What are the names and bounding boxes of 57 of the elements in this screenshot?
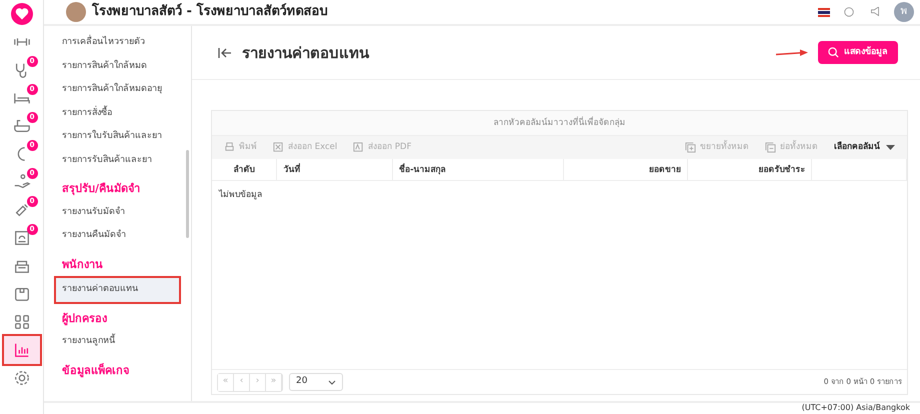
group-panel: ลากหัวคอลัมน์มาวางที่นี่เพื่อจัดกลุ่ม bbox=[212, 111, 907, 136]
expand-button[interactable]: ขยายทั้งหมด bbox=[685, 141, 749, 154]
collapse-arrow-icon[interactable] bbox=[218, 46, 232, 58]
caret-icon bbox=[886, 145, 895, 150]
profile-photo bbox=[66, 2, 86, 22]
rail-bar-chart-button[interactable] bbox=[4, 336, 40, 364]
scrollbar[interactable] bbox=[186, 150, 189, 238]
print-icon bbox=[224, 142, 235, 153]
megaphone-icon[interactable] bbox=[868, 7, 882, 17]
section-heading: ข้อมูลแพ็คเกจ bbox=[61, 362, 130, 380]
sidebar-item[interactable]: รายการสินค้าใกล้หมดอายุ bbox=[56, 78, 179, 102]
search-icon bbox=[828, 47, 839, 58]
column-header[interactable]: วันที่ bbox=[277, 159, 394, 180]
excel-icon bbox=[273, 142, 284, 153]
sidebar-item[interactable]: รายการสั่งซื้อ bbox=[56, 102, 179, 125]
print-button[interactable]: พิมพ์ bbox=[224, 141, 257, 154]
column-header[interactable]: ชื่อ-นามสกุล bbox=[393, 159, 564, 180]
section-heading: สรุปรับ/คืนมัดจำ bbox=[61, 181, 142, 198]
hand-icon bbox=[12, 173, 30, 191]
sidebar-item[interactable]: รายงานลูกหนี้ bbox=[56, 330, 179, 354]
page-size-select[interactable]: 20 bbox=[289, 373, 343, 391]
column-chooser-button[interactable]: เลือกคอลัมน์ bbox=[834, 141, 895, 154]
box-icon bbox=[12, 285, 30, 303]
first-page-button[interactable]: « bbox=[218, 374, 234, 390]
bar-chart-icon bbox=[12, 341, 30, 359]
pdf-button[interactable]: ส่งออก PDF bbox=[353, 141, 412, 154]
sidebar-item[interactable]: รายการรับสินค้าและยา bbox=[56, 148, 179, 172]
sidebar-item[interactable]: รายการสินค้าใกล้หมด bbox=[56, 54, 179, 78]
column-header[interactable]: ยอดรับชำระ bbox=[688, 159, 812, 180]
sidebar-item[interactable]: รายงานคืนมัดจำ bbox=[56, 224, 179, 248]
excel-button[interactable]: ส่งออก Excel bbox=[273, 141, 338, 154]
section-heading: พนักงาน bbox=[61, 256, 104, 272]
sidebar-item[interactable]: รายงานรับมัดจำ bbox=[56, 200, 179, 224]
sidebar-item[interactable]: การเคลื่อนไหวรายตัว bbox=[56, 31, 179, 54]
sidebar-item[interactable]: รายการใบรับสินค้าและยา bbox=[56, 125, 179, 148]
sidebar-item[interactable]: รายงานค่าตอบแทน bbox=[56, 278, 179, 302]
column-header[interactable]: ยอดขาย bbox=[564, 159, 688, 180]
bathtub-icon bbox=[12, 117, 30, 135]
collapse-button[interactable]: ย่อทั้งหมด bbox=[765, 141, 818, 154]
expand-icon bbox=[685, 142, 696, 153]
clinic-title: โรงพยาบาลสัตว์ - โรงพยาบาลสัตว์ทดสอบ bbox=[92, 4, 328, 20]
section-heading: ผู้ปกครอง bbox=[61, 310, 108, 328]
arrow-pointer bbox=[776, 48, 808, 56]
collapse-icon bbox=[765, 142, 776, 153]
page-title: รายงานค่าตอบแทน bbox=[242, 44, 369, 62]
help-icon[interactable] bbox=[842, 7, 856, 17]
pdf-icon bbox=[353, 142, 364, 153]
show-data-button[interactable]: แสดงข้อมูล bbox=[818, 40, 898, 64]
empty-message: ไม่พบข้อมูล bbox=[219, 190, 262, 200]
chevron-down-icon bbox=[328, 380, 336, 384]
timezone-text: (UTC+07:00) Asia/Bangkok bbox=[802, 403, 910, 414]
flag-icon[interactable] bbox=[818, 8, 830, 16]
gear-icon bbox=[12, 369, 30, 387]
user-avatar[interactable]: พ bbox=[894, 2, 914, 22]
grid-icon bbox=[12, 313, 30, 331]
column-header[interactable]: ลำดับ bbox=[212, 159, 278, 180]
cage-icon bbox=[12, 229, 30, 247]
